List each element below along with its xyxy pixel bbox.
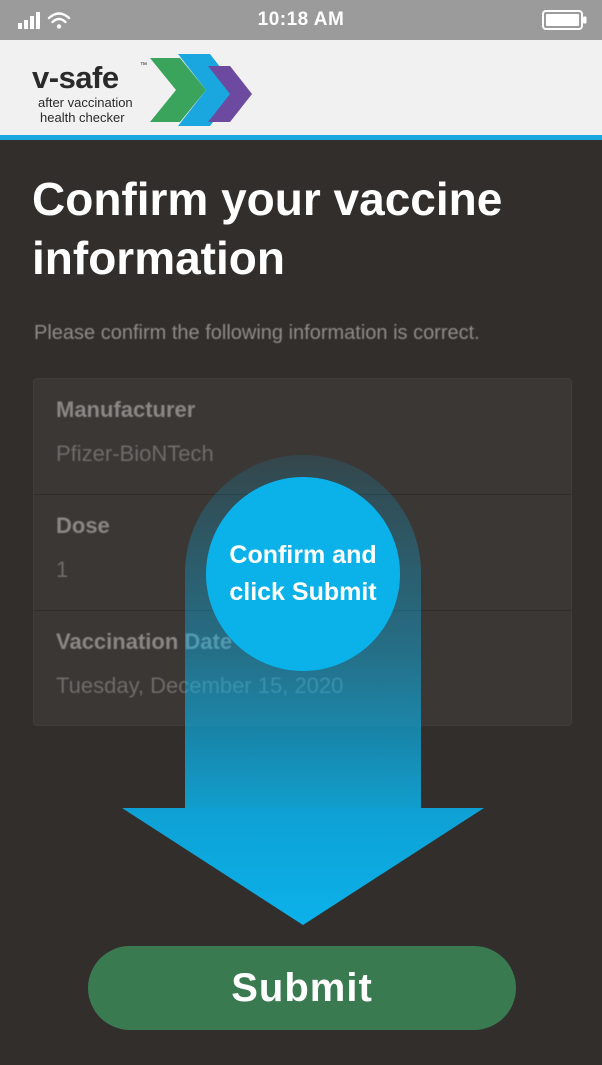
battery-icon xyxy=(542,10,587,30)
dose-value: 1 xyxy=(56,557,69,582)
v-safe-logo: v-safe ™ after vaccination health checke… xyxy=(32,50,262,130)
callout-circle: Confirm and click Submit xyxy=(206,477,400,671)
status-time: 10:18 AM xyxy=(257,9,345,30)
dose-label: Dose xyxy=(56,513,110,538)
instruction-text: Please confirm the following information… xyxy=(34,322,480,344)
logo-tagline: after vaccination xyxy=(38,95,133,110)
logo-tagline: health checker xyxy=(40,110,125,125)
status-bar: 10:18 AM xyxy=(0,0,602,40)
manufacturer-label: Manufacturer xyxy=(56,397,196,422)
logo-chevron-icon xyxy=(150,54,252,126)
app-header: v-safe ™ after vaccination health checke… xyxy=(0,40,602,140)
callout-text: Confirm and click Submit xyxy=(229,541,377,606)
logo-name: v-safe xyxy=(32,60,119,95)
phone-screen: 10:18 AM v-safe ™ after vaccination heal… xyxy=(0,0,602,1065)
page-title: Confirm your vaccine information xyxy=(32,173,503,284)
submit-button[interactable]: Submit xyxy=(88,946,516,1030)
